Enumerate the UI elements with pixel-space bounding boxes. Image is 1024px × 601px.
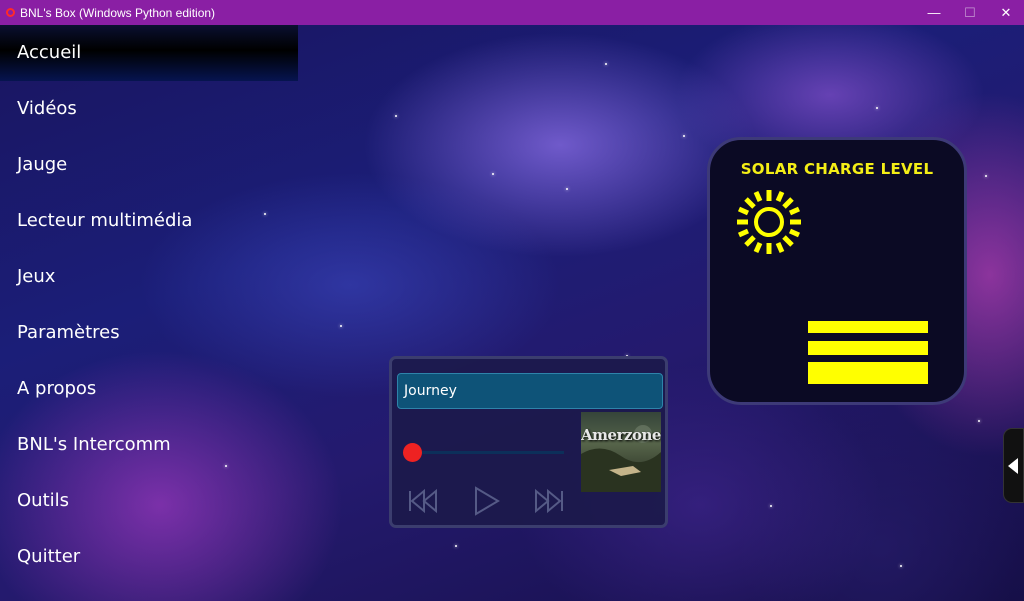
sidebar-item-lecteur-multimedia[interactable]: Lecteur multimédia	[0, 193, 298, 249]
app-icon	[6, 8, 15, 17]
next-icon[interactable]	[534, 485, 566, 517]
sidebar-item-accueil[interactable]: Accueil	[0, 25, 298, 81]
sidebar-item-jeux[interactable]: Jeux	[0, 249, 298, 305]
sidebar-item-parametres[interactable]: Paramètres	[0, 305, 298, 361]
progress-knob[interactable]	[403, 443, 422, 462]
solar-charge-title: SOLAR CHARGE LEVEL	[740, 160, 934, 178]
charge-bar	[808, 341, 928, 355]
album-cover: Amerzone	[581, 412, 661, 492]
side-panel-toggle[interactable]	[1003, 428, 1024, 503]
sidebar-item-outils[interactable]: Outils	[0, 473, 298, 529]
previous-icon[interactable]	[406, 485, 438, 517]
sidebar-item-jauge[interactable]: Jauge	[0, 137, 298, 193]
media-player: Journey Amerzone	[389, 356, 668, 528]
sidebar-item-intercomm[interactable]: BNL's Intercomm	[0, 417, 298, 473]
sidebar-item-videos[interactable]: Vidéos	[0, 81, 298, 137]
sidebar-item-a-propos[interactable]: A propos	[0, 361, 298, 417]
solar-charge-widget: SOLAR CHARGE LEVEL	[707, 137, 967, 405]
charge-bar	[808, 321, 928, 333]
sun-icon	[737, 190, 801, 254]
sidebar-item-quitter[interactable]: Quitter	[0, 529, 298, 585]
chevron-left-icon	[1008, 458, 1018, 474]
progress-track[interactable]	[412, 451, 564, 454]
close-button[interactable]: ✕	[988, 0, 1024, 25]
track-title[interactable]: Journey	[397, 373, 663, 409]
play-icon[interactable]	[470, 485, 502, 517]
window-controls: — ☐ ✕	[916, 0, 1024, 25]
charge-bar	[808, 362, 928, 384]
minimize-button[interactable]: —	[916, 0, 952, 25]
sidebar-nav: Accueil Vidéos Jauge Lecteur multimédia …	[0, 25, 298, 585]
album-cover-title: Amerzone	[581, 426, 661, 444]
window-title: BNL's Box (Windows Python edition)	[20, 5, 216, 20]
title-bar[interactable]: BNL's Box (Windows Python edition) — ☐ ✕	[0, 0, 1024, 25]
maximize-button[interactable]: ☐	[952, 0, 988, 25]
